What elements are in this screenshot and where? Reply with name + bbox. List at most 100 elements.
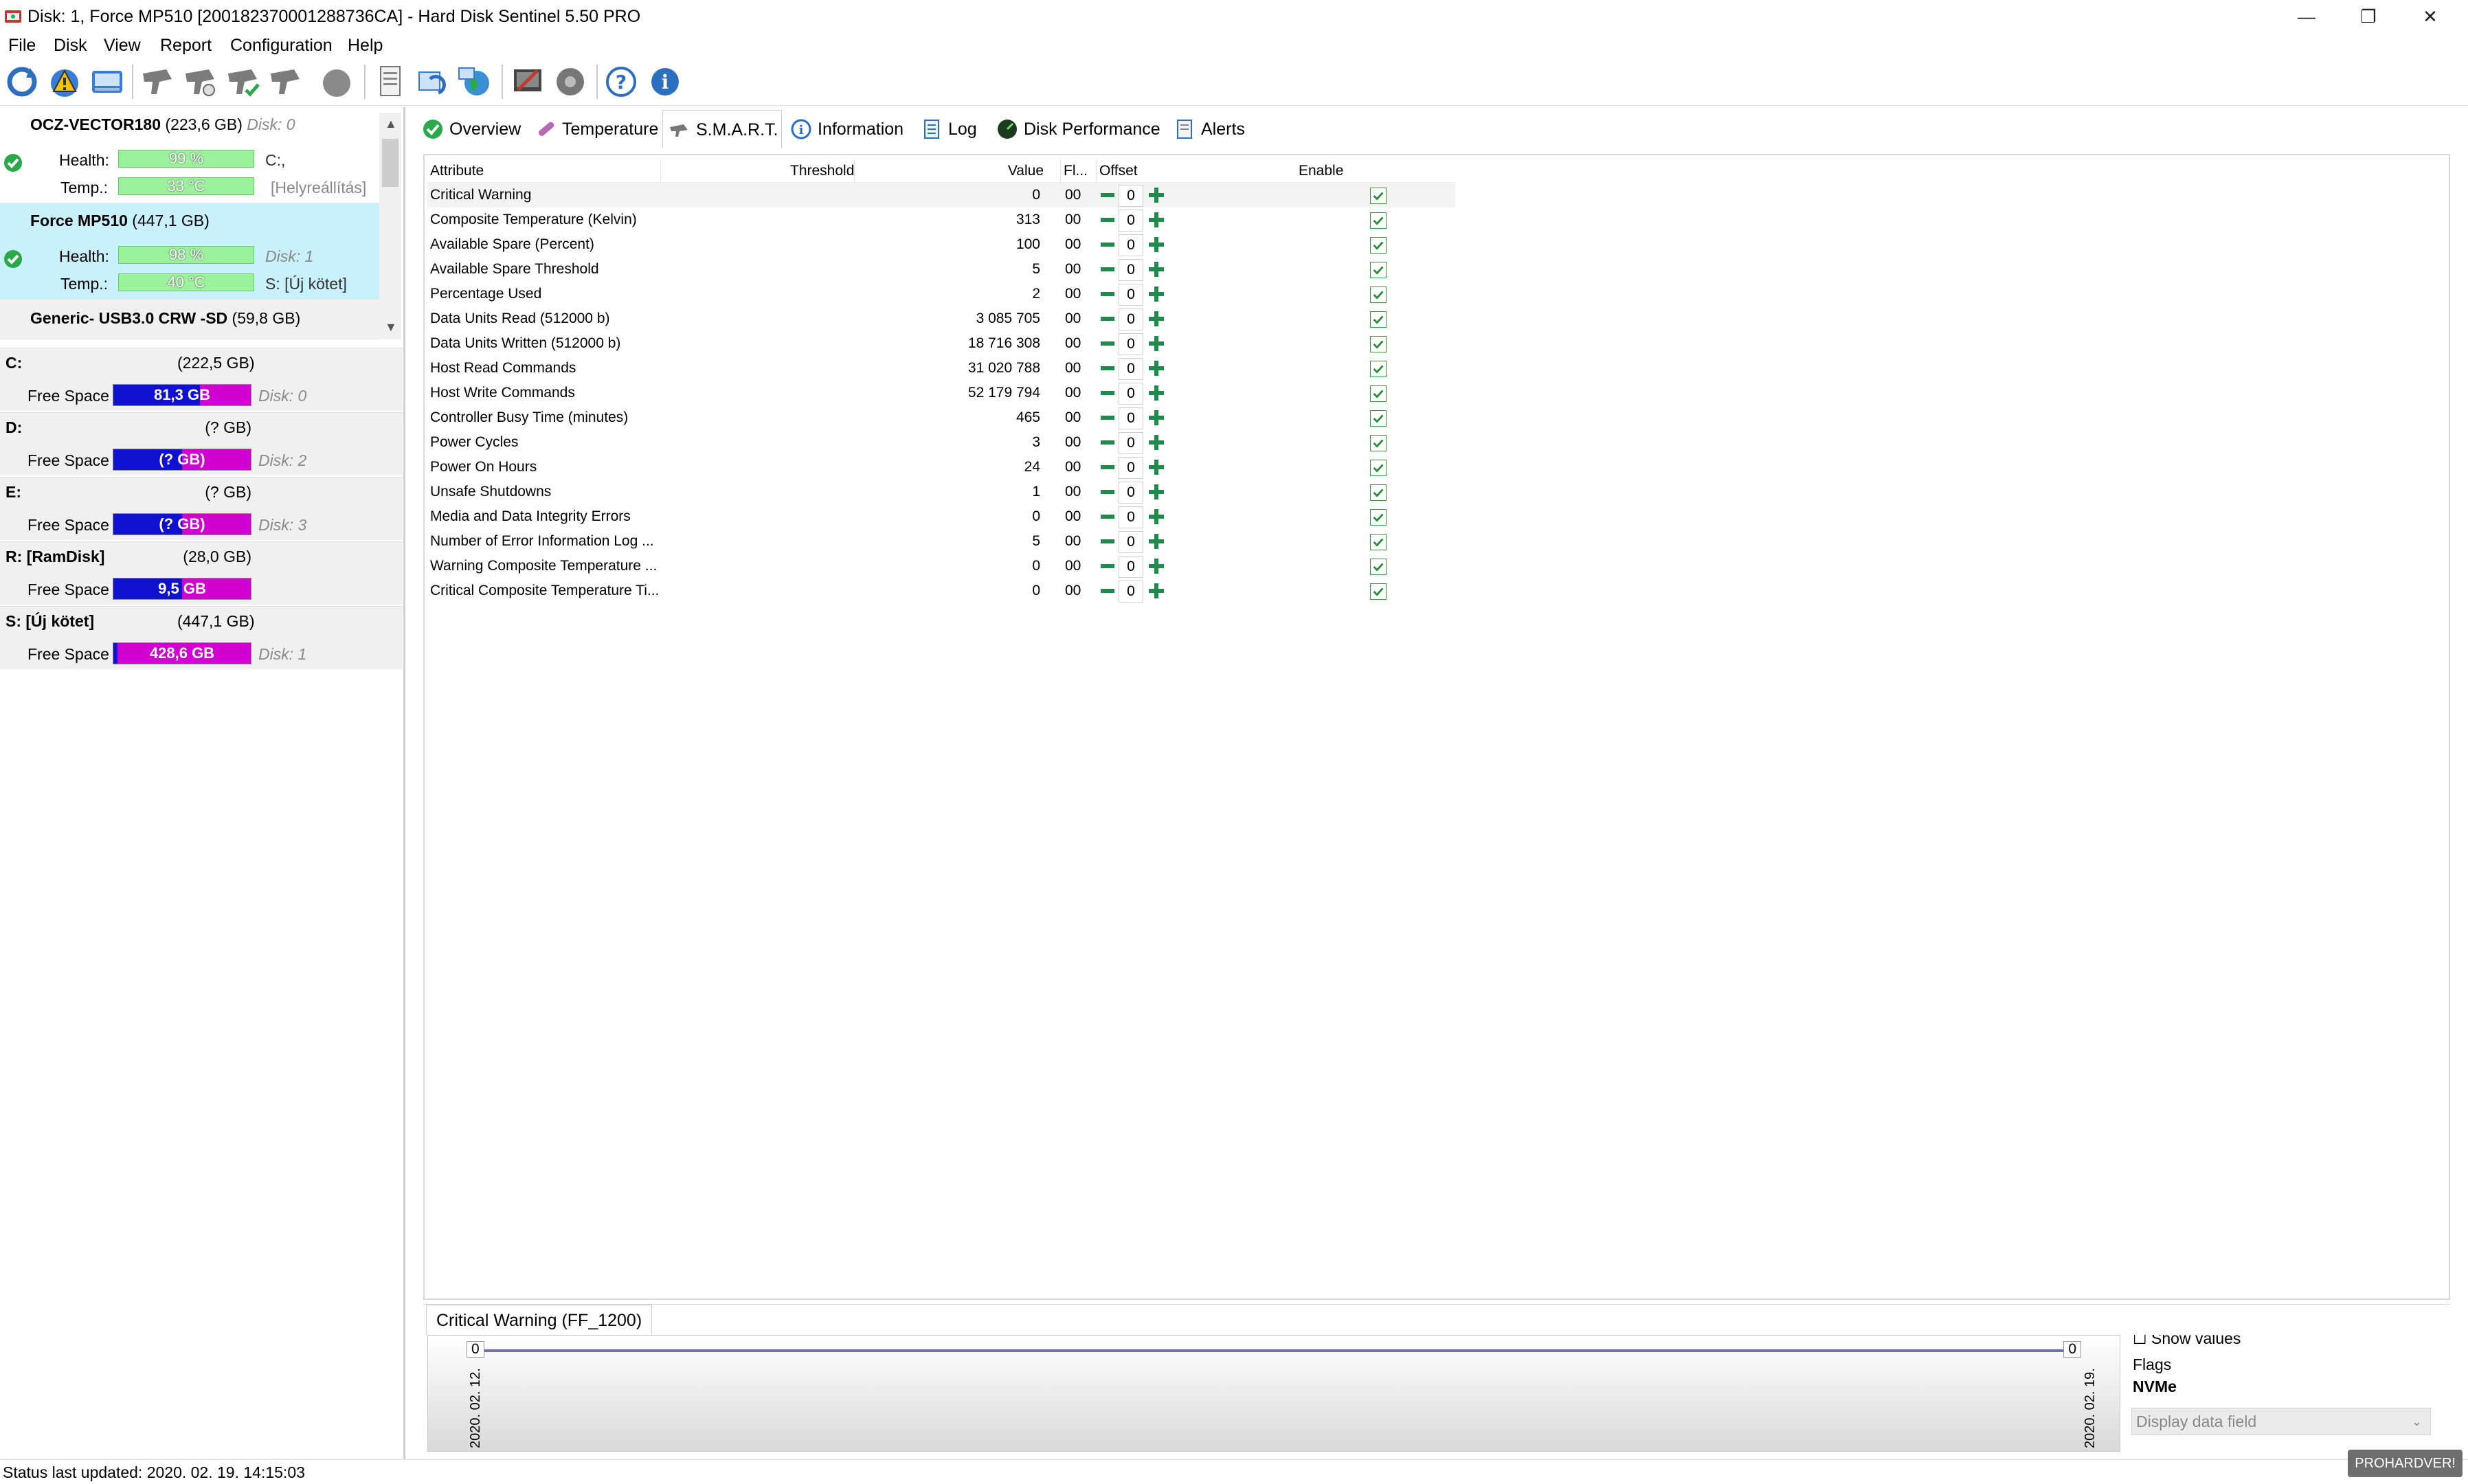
disk-item-force-mp510[interactable]: Force MP510 (447,1 GB) Health: 98 % Disk… <box>0 203 379 300</box>
plus-icon[interactable] <box>1147 458 1165 476</box>
offset-value[interactable]: 0 <box>1119 482 1143 504</box>
blob-icon[interactable] <box>317 63 356 101</box>
globe-icon[interactable] <box>456 63 495 101</box>
table-row[interactable]: Host Write Commands 52 179 794 00 0 <box>427 381 1455 405</box>
partition-c[interactable]: C: (222,5 GB) Free Space 81,3 GB Disk: 0 <box>0 348 403 412</box>
partition-s[interactable]: S: [Új kötet] (447,1 GB) Free Space 428,… <box>0 606 403 671</box>
plus-icon[interactable] <box>1147 409 1165 427</box>
plus-icon[interactable] <box>1147 483 1165 501</box>
offset-value[interactable]: 0 <box>1119 308 1143 330</box>
disk-icon[interactable] <box>88 63 126 101</box>
table-row[interactable]: Host Read Commands 31 020 788 00 0 <box>427 356 1455 381</box>
offset-value[interactable]: 0 <box>1119 506 1143 528</box>
plus-icon[interactable] <box>1147 211 1165 229</box>
tools-icon[interactable] <box>508 63 547 101</box>
column-offset[interactable]: Offset <box>1097 159 1303 183</box>
enable-checkbox[interactable] <box>1370 262 1387 278</box>
test-icon[interactable] <box>224 63 262 101</box>
plus-icon[interactable] <box>1147 384 1165 402</box>
enable-checkbox[interactable] <box>1370 237 1387 254</box>
enable-checkbox[interactable] <box>1370 583 1387 600</box>
enable-checkbox[interactable] <box>1370 311 1387 328</box>
enable-checkbox[interactable] <box>1370 336 1387 352</box>
enable-checkbox[interactable] <box>1370 286 1387 303</box>
plus-icon[interactable] <box>1147 335 1165 352</box>
plus-icon[interactable] <box>1147 532 1165 550</box>
enable-checkbox[interactable] <box>1370 212 1387 229</box>
tab-information[interactable]: i Information <box>785 110 904 148</box>
plus-icon[interactable] <box>1147 186 1165 204</box>
disk-item-ocz-vector180[interactable]: OCZ-VECTOR180 (223,6 GB) Disk: 0 Health:… <box>0 107 379 203</box>
minus-icon[interactable] <box>1099 286 1116 302</box>
table-row[interactable]: Number of Error Information Log ... 5 00 0 <box>427 529 1455 554</box>
tab-overview[interactable]: Overview <box>416 110 521 148</box>
enable-checkbox[interactable] <box>1370 460 1387 476</box>
plus-icon[interactable] <box>1147 310 1165 328</box>
minus-icon[interactable] <box>1099 583 1116 598</box>
menu-configuration[interactable]: Configuration <box>230 33 333 58</box>
tab-disk-performance[interactable]: Disk Performance <box>991 110 1160 148</box>
minus-icon[interactable] <box>1099 336 1116 351</box>
enable-checkbox[interactable] <box>1370 559 1387 575</box>
menu-file[interactable]: File <box>8 33 36 58</box>
plus-icon[interactable] <box>1147 285 1165 303</box>
tab-smart[interactable]: S.M.A.R.T. <box>662 110 782 148</box>
offset-value[interactable]: 0 <box>1119 432 1143 454</box>
column-value[interactable]: Value <box>855 159 1061 183</box>
column-threshold[interactable]: Threshold <box>661 159 855 183</box>
test-icon[interactable] <box>139 63 177 101</box>
disk-item-generic-usb[interactable]: Generic- USB3.0 CRW -SD (59,8 GB) <box>0 300 379 339</box>
table-row[interactable]: Controller Busy Time (minutes) 465 00 0 <box>427 405 1455 430</box>
table-row[interactable]: Critical Warning 0 00 0 <box>427 183 1455 207</box>
sound-icon[interactable] <box>551 63 590 101</box>
minus-icon[interactable] <box>1099 311 1116 326</box>
plus-icon[interactable] <box>1147 582 1165 600</box>
table-row[interactable]: Unsafe Shutdowns 1 00 0 <box>427 480 1455 504</box>
close-button[interactable]: ✕ <box>2399 0 2461 33</box>
table-row[interactable]: Critical Composite Temperature Ti... 0 00 0 <box>427 578 1455 603</box>
offset-value[interactable]: 0 <box>1119 457 1143 479</box>
enable-checkbox[interactable] <box>1370 385 1387 402</box>
minimize-button[interactable]: — <box>2276 0 2337 33</box>
plus-icon[interactable] <box>1147 557 1165 575</box>
offset-value[interactable]: 0 <box>1119 358 1143 380</box>
offset-value[interactable]: 0 <box>1119 581 1143 603</box>
table-row[interactable]: Available Spare (Percent) 100 00 0 <box>427 232 1455 257</box>
column-enable[interactable]: Enable <box>1293 159 1455 183</box>
offset-value[interactable]: 0 <box>1119 383 1143 405</box>
minus-icon[interactable] <box>1099 188 1116 203</box>
plus-icon[interactable] <box>1147 434 1165 451</box>
offset-value[interactable]: 0 <box>1119 185 1143 207</box>
refresh-icon[interactable] <box>3 63 41 101</box>
disk-list-scrollbar[interactable]: ▲ ▼ <box>379 113 401 339</box>
enable-checkbox[interactable] <box>1370 188 1387 204</box>
minus-icon[interactable] <box>1099 509 1116 524</box>
table-row[interactable]: Available Spare Threshold 5 00 0 <box>427 257 1455 282</box>
show-values-checkbox[interactable]: ☐ Show values <box>2133 1335 2241 1349</box>
table-row[interactable]: Percentage Used 2 00 0 <box>427 282 1455 306</box>
minus-icon[interactable] <box>1099 262 1116 277</box>
minus-icon[interactable] <box>1099 410 1116 425</box>
menu-view[interactable]: View <box>104 33 141 58</box>
minus-icon[interactable] <box>1099 559 1116 574</box>
minus-icon[interactable] <box>1099 460 1116 475</box>
minus-icon[interactable] <box>1099 361 1116 376</box>
plus-icon[interactable] <box>1147 236 1165 254</box>
offset-value[interactable]: 0 <box>1119 407 1143 429</box>
minus-icon[interactable] <box>1099 237 1116 252</box>
tab-alerts[interactable]: Alerts <box>1168 110 1245 148</box>
partition-d[interactable]: D: (? GB) Free Space (? GB) Disk: 2 <box>0 412 403 477</box>
tab-log[interactable]: Log <box>915 110 977 148</box>
display-field-select[interactable]: Display data field ⌄ <box>2131 1408 2431 1435</box>
minus-icon[interactable] <box>1099 534 1116 549</box>
partition-e[interactable]: E: (? GB) Free Space (? GB) Disk: 3 <box>0 477 403 541</box>
menu-report[interactable]: Report <box>160 33 212 58</box>
tab-temperature[interactable]: Temperature <box>529 110 658 148</box>
help-icon[interactable]: ? <box>602 63 640 101</box>
minus-icon[interactable] <box>1099 212 1116 227</box>
info-icon[interactable]: i <box>646 63 684 101</box>
report-icon[interactable] <box>371 63 410 101</box>
minus-icon[interactable] <box>1099 435 1116 450</box>
sync-icon[interactable] <box>414 63 452 101</box>
test-icon[interactable] <box>267 63 305 101</box>
